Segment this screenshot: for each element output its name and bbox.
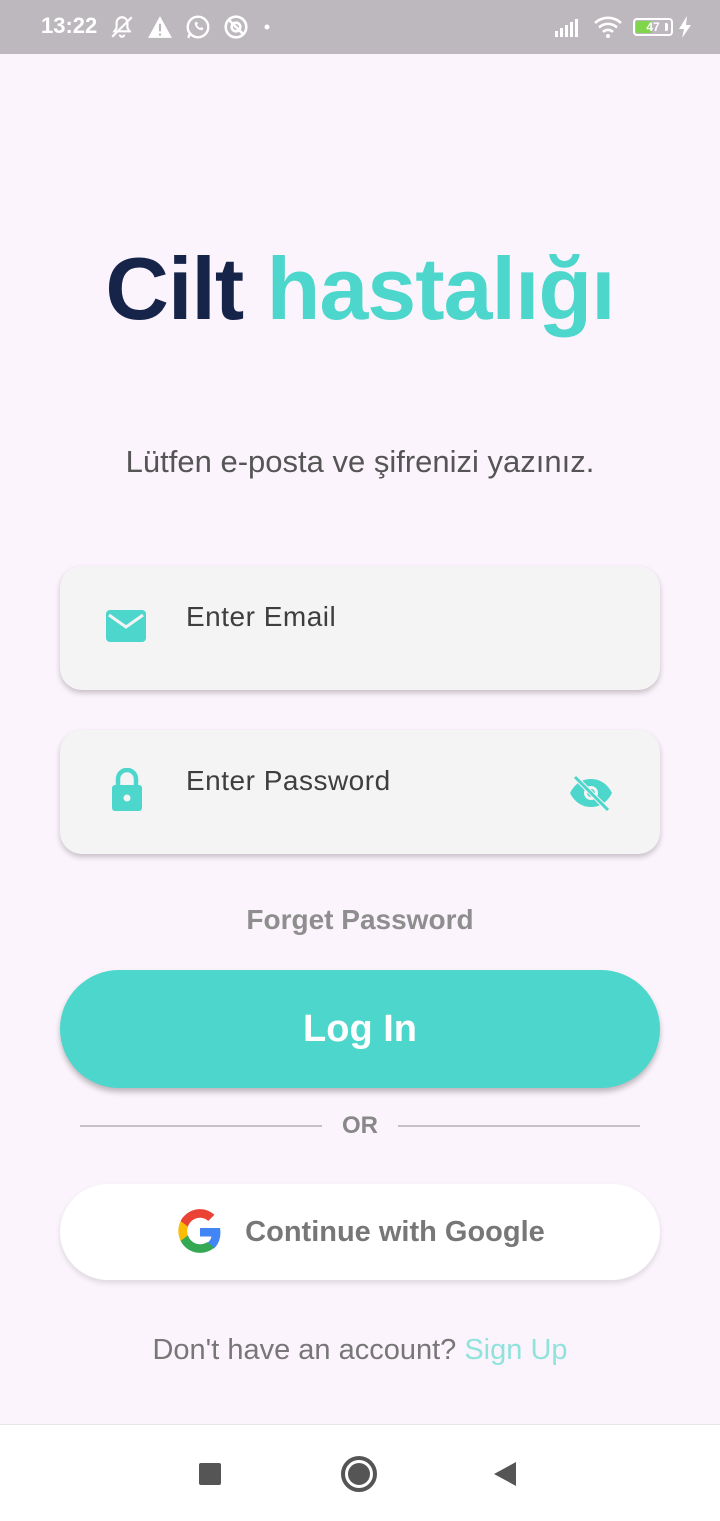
signup-question: Don't have an account?: [152, 1334, 457, 1366]
app-title-part1: Cilt: [105, 239, 244, 338]
status-bar: 13:22 47: [0, 0, 720, 54]
notifications-off-icon: [109, 14, 135, 40]
google-signin-button[interactable]: Continue with Google: [60, 1184, 660, 1280]
vpn-icon: [223, 14, 249, 40]
dot-icon: [261, 21, 273, 33]
warning-icon: [147, 15, 173, 39]
signal-icon: [555, 17, 583, 37]
wifi-icon: [593, 15, 623, 39]
visibility-off-icon[interactable]: [568, 774, 614, 817]
forgot-password-link[interactable]: Forget Password: [0, 904, 720, 936]
lock-icon: [110, 767, 144, 817]
home-circle-icon[interactable]: [340, 1455, 378, 1498]
divider-line-right: [398, 1125, 640, 1127]
login-button-label: Log In: [303, 1007, 417, 1050]
battery-icon: 47: [633, 18, 673, 36]
password-input[interactable]: [184, 760, 548, 802]
mail-icon: [106, 610, 146, 647]
google-icon: [175, 1207, 225, 1257]
status-icons-left: [109, 14, 273, 40]
status-time: 13:22: [41, 13, 98, 38]
email-input[interactable]: [184, 596, 548, 638]
app-title: Cilt hastalığı: [0, 238, 720, 340]
signup-row: Don't have an account? Sign Up: [0, 1334, 720, 1367]
signup-link[interactable]: Sign Up: [464, 1334, 567, 1366]
whatsapp-icon: [185, 14, 211, 40]
recents-square-icon[interactable]: [198, 1462, 222, 1491]
email-field[interactable]: [60, 566, 660, 690]
page-subtitle: Lütfen e-posta ve şifrenizi yazınız.: [125, 444, 595, 479]
charging-icon: [678, 16, 692, 38]
google-button-label: Continue with Google: [245, 1215, 545, 1248]
back-triangle-icon[interactable]: [492, 1460, 518, 1493]
login-button[interactable]: Log In: [60, 970, 660, 1088]
or-divider: OR: [80, 1110, 640, 1142]
password-field[interactable]: [60, 730, 660, 854]
status-icons-right: 47: [555, 14, 692, 40]
battery-level: 47: [646, 20, 660, 34]
app-title-part2: hastalığı: [266, 239, 616, 338]
navigation-bar: [0, 1424, 720, 1521]
